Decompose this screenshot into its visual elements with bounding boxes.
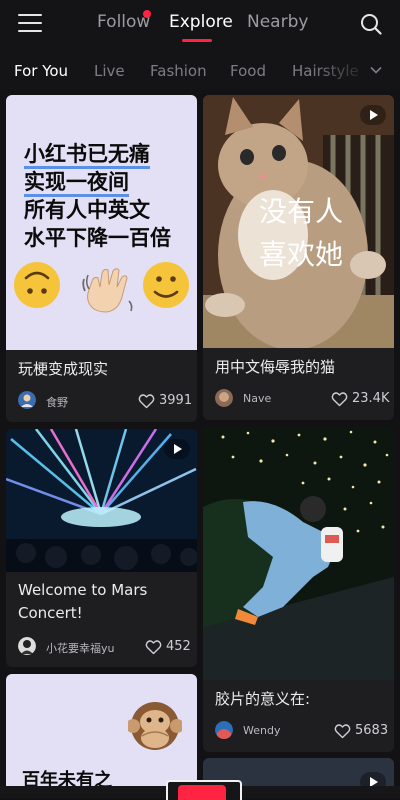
card-image-meme: 小红书已无痛 实现一夜间 所有人中英文 水平下降一百倍 xyxy=(6,95,197,350)
category-bar: For You Live Fashion Food Hairstyle xyxy=(0,50,400,90)
notification-dot xyxy=(143,10,151,18)
emoji-row xyxy=(14,262,189,313)
heart-icon[interactable] xyxy=(331,391,348,407)
feed-card[interactable]: 没有人 喜欢她 用中文侮辱我的猫 Nave 23.4K xyxy=(203,95,394,420)
author-name[interactable]: 食野 xyxy=(46,394,68,410)
play-icon xyxy=(370,110,378,120)
chevron-down-icon[interactable] xyxy=(370,64,382,76)
heart-icon[interactable] xyxy=(138,393,155,409)
avatar[interactable] xyxy=(215,721,233,739)
category-food[interactable]: Food xyxy=(230,62,266,80)
video-badge xyxy=(164,439,190,459)
like-count: 5683 xyxy=(355,723,389,738)
card-title: 胶片的意义在: xyxy=(215,690,311,708)
meme-line: 水平下降一百倍 xyxy=(24,225,171,250)
author-name[interactable]: Nave xyxy=(243,392,271,405)
heart-icon[interactable] xyxy=(334,723,351,739)
search-icon[interactable] xyxy=(360,13,382,35)
heart-icon[interactable] xyxy=(145,639,162,655)
like-count: 23.4K xyxy=(352,391,390,406)
meme-text: 小红书已无痛 实现一夜间 所有人中英文 水平下降一百倍 xyxy=(24,141,171,252)
active-tab-indicator xyxy=(182,39,212,42)
overlay-line: 喜欢她 xyxy=(259,238,343,271)
feed-card[interactable]: 胶片的意义在: Wendy 5683 xyxy=(203,427,394,752)
feed-card[interactable]: Welcome to Mars Concert! 小花要幸福yu 452 xyxy=(6,429,197,667)
avatar[interactable] xyxy=(215,389,233,407)
play-icon xyxy=(174,444,182,454)
card-image-film xyxy=(203,427,394,680)
category-live[interactable]: Live xyxy=(94,62,125,80)
author-name[interactable]: 小花要幸福yu xyxy=(46,640,114,656)
monkey-emoji xyxy=(128,702,182,750)
bottom-navigation xyxy=(0,780,400,800)
like-count: 3991 xyxy=(159,393,193,408)
card-title: Welcome to Mars Concert! xyxy=(18,579,147,625)
video-badge xyxy=(360,105,386,125)
tab-explore[interactable]: Explore xyxy=(169,12,233,32)
author-name[interactable]: Wendy xyxy=(243,724,280,737)
top-bar: Follow Explore Nearby xyxy=(0,0,400,50)
meme-line: 所有人中英文 xyxy=(24,198,150,222)
card-image-cat: 没有人 喜欢她 xyxy=(203,95,394,348)
title-line: Concert! xyxy=(18,604,83,622)
overlay-line: 没有人 xyxy=(259,195,343,228)
avatar[interactable] xyxy=(18,391,36,409)
tab-nearby[interactable]: Nearby xyxy=(247,12,308,32)
feed-card[interactable]: 小红书已无痛 实现一夜间 所有人中英文 水平下降一百倍 玩梗变成现实 食野 39… xyxy=(6,95,197,422)
meme-line: 小红书已无痛 xyxy=(24,142,150,169)
category-fashion[interactable]: Fashion xyxy=(150,62,207,80)
card-title: 用中文侮辱我的猫 xyxy=(215,358,336,376)
publish-button[interactable] xyxy=(166,780,242,800)
meme-line: 实现一夜间 xyxy=(24,170,129,197)
like-count: 452 xyxy=(166,639,191,654)
menu-icon[interactable] xyxy=(18,14,42,34)
category-for-you[interactable]: For You xyxy=(14,62,68,80)
card-title: 玩梗变成现实 xyxy=(18,360,109,378)
avatar[interactable] xyxy=(18,637,36,655)
title-line: Welcome to Mars xyxy=(18,581,148,599)
